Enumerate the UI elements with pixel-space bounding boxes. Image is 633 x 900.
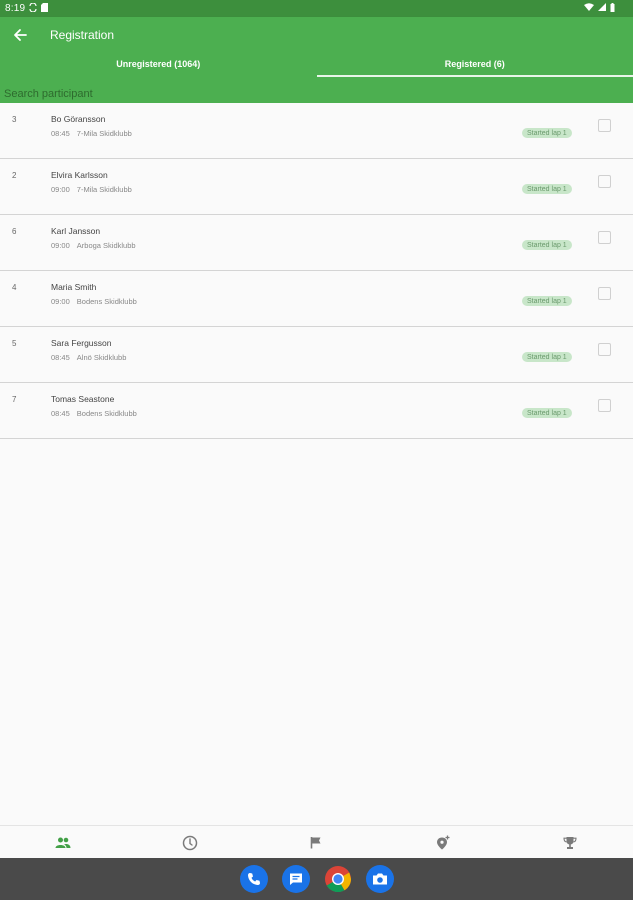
status-badge: Started lap 1: [522, 240, 572, 250]
sync-icon: [29, 1, 37, 15]
participant-meta: 08:45 Alnö Skidklubb: [51, 353, 126, 362]
club-name: Bodens Skidklubb: [76, 297, 137, 306]
trophy-icon: [563, 836, 577, 849]
start-time: 09:00: [51, 241, 70, 250]
screen: 8:19 Registration Unregistered (1064) Re…: [0, 0, 633, 900]
list-item[interactable]: 3 Bo Göransson 08:45 7-Mila Skidklubb St…: [0, 103, 633, 159]
status-badge: Started lap 1: [522, 296, 572, 306]
nav-timer[interactable]: [127, 826, 254, 859]
status-bar: 8:19: [0, 0, 633, 17]
start-time: 08:45: [51, 129, 70, 138]
participant-meta: 09:00 Arboga Skidklubb: [51, 241, 136, 250]
nav-flag[interactable]: [253, 826, 380, 859]
dock-camera[interactable]: [365, 865, 394, 893]
status-time: 8:19: [5, 3, 26, 14]
dock-messages[interactable]: [281, 865, 310, 893]
status-badge: Started lap 1: [522, 352, 572, 362]
club-name: Alnö Skidklubb: [76, 353, 127, 362]
participant-meta: 09:00 Bodens Skidklubb: [51, 297, 137, 306]
add-location-icon: [437, 835, 450, 850]
start-time: 09:00: [51, 297, 70, 306]
camera-icon: [372, 873, 387, 885]
participant-meta: 08:45 7-Mila Skidklubb: [51, 129, 132, 138]
people-icon: [55, 837, 71, 848]
status-badge: Started lap 1: [522, 184, 572, 194]
list-item[interactable]: 7 Tomas Seastone 08:45 Bodens Skidklubb …: [0, 383, 633, 439]
status-right: [584, 2, 633, 15]
status-badge: Started lap 1: [522, 128, 572, 138]
start-time: 08:45: [51, 353, 70, 362]
participant-meta: 08:45 Bodens Skidklubb: [51, 409, 137, 418]
participant-number: 7: [12, 395, 17, 404]
club-name: Bodens Skidklubb: [76, 409, 137, 418]
participant-number: 3: [12, 115, 17, 124]
list-item[interactable]: 4 Maria Smith 09:00 Bodens Skidklubb Sta…: [0, 271, 633, 327]
participant-checkbox[interactable]: [598, 231, 611, 244]
participant-number: 5: [12, 339, 17, 348]
system-dock: [0, 858, 633, 900]
list-item[interactable]: 6 Karl Jansson 09:00 Arboga Skidklubb St…: [0, 215, 633, 271]
start-time: 08:45: [51, 409, 70, 418]
participant-number: 4: [12, 283, 17, 292]
nav-results[interactable]: [506, 826, 633, 859]
participant-checkbox[interactable]: [598, 399, 611, 412]
participant-list: 3 Bo Göransson 08:45 7-Mila Skidklubb St…: [0, 103, 633, 439]
participant-checkbox[interactable]: [598, 343, 611, 356]
sd-card-icon: [41, 2, 49, 15]
messages-icon: [289, 873, 302, 885]
club-name: 7-Mila Skidklubb: [76, 185, 132, 194]
arrow-back-icon: [14, 28, 27, 41]
participant-checkbox[interactable]: [598, 119, 611, 132]
tab-registered-label: Registered (6): [444, 59, 505, 69]
app-bar: Registration Unregistered (1064) Registe…: [0, 17, 633, 103]
participant-name: Karl Jansson: [51, 226, 101, 236]
club-name: Arboga Skidklubb: [76, 241, 136, 250]
chrome-icon: [324, 866, 351, 893]
nav-add-location[interactable]: [380, 826, 507, 859]
club-name: 7-Mila Skidklubb: [76, 129, 132, 138]
battery-icon: [610, 2, 615, 15]
status-badge: Started lap 1: [522, 408, 572, 418]
tab-unregistered-label: Unregistered (1064): [116, 59, 201, 69]
participant-number: 6: [12, 227, 17, 236]
participant-number: 2: [12, 171, 17, 180]
tab-bar: Unregistered (1064) Registered (6): [0, 52, 633, 77]
search-bar: [0, 85, 633, 103]
nav-participants[interactable]: [0, 826, 127, 859]
timer-icon: [182, 835, 198, 850]
page-title: Registration: [50, 27, 115, 42]
back-button[interactable]: [9, 24, 31, 46]
status-left: 8:19: [0, 1, 49, 15]
participant-checkbox[interactable]: [598, 175, 611, 188]
tab-registered[interactable]: Registered (6): [316, 52, 633, 77]
bottom-navigation: [0, 825, 633, 859]
participant-name: Sara Fergusson: [51, 338, 112, 348]
toolbar: Registration: [0, 17, 633, 52]
tab-unregistered[interactable]: Unregistered (1064): [0, 52, 317, 76]
phone-icon: [247, 873, 260, 885]
participant-meta: 09:00 7-Mila Skidklubb: [51, 185, 132, 194]
start-time: 09:00: [51, 185, 70, 194]
dock-phone[interactable]: [239, 865, 268, 893]
list-item[interactable]: 5 Sara Fergusson 08:45 Alnö Skidklubb St…: [0, 327, 633, 383]
wifi-icon: [584, 3, 594, 14]
participant-name: Bo Göransson: [51, 114, 106, 124]
flag-icon: [311, 837, 321, 849]
search-input[interactable]: [0, 88, 604, 100]
signal-icon: [598, 3, 606, 14]
participant-name: Maria Smith: [51, 282, 97, 292]
participant-name: Elvira Karlsson: [51, 170, 108, 180]
list-item[interactable]: 2 Elvira Karlsson 09:00 7-Mila Skidklubb…: [0, 159, 633, 215]
participant-name: Tomas Seastone: [51, 394, 115, 404]
dock-chrome[interactable]: [324, 865, 352, 893]
participant-checkbox[interactable]: [598, 287, 611, 300]
